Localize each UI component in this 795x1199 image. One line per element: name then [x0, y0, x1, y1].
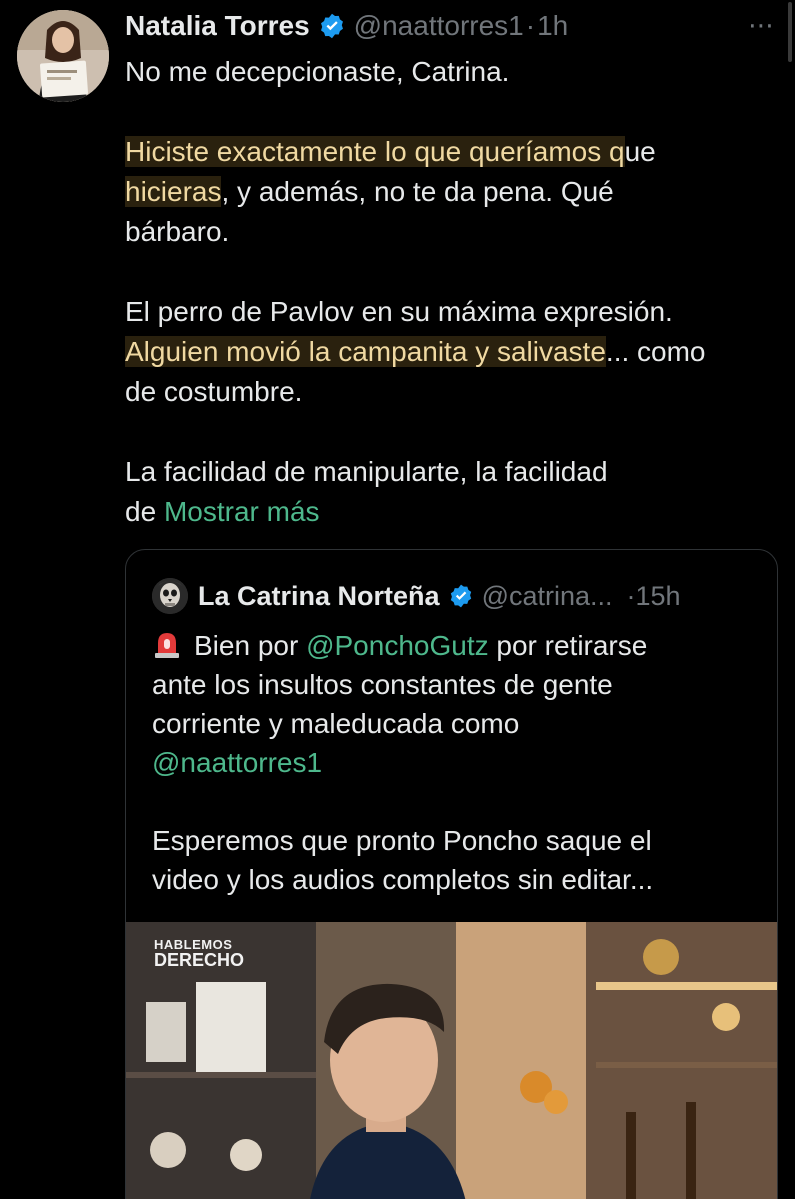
verified-badge-icon — [450, 584, 471, 608]
mention-link[interactable]: @PonchoGutz — [306, 630, 489, 661]
text-span: por retirarse — [488, 630, 648, 661]
text-span: ... como — [605, 336, 706, 367]
author-display-name[interactable]: Natalia Torres — [125, 10, 310, 42]
highlighted-text: Hiciste exactamente lo que queríamos q — [125, 136, 625, 167]
avatar-image — [17, 10, 109, 102]
verified-badge-icon — [320, 13, 343, 39]
tweet-text: No me decepcionaste, Catrina. Hiciste ex… — [125, 52, 765, 532]
show-more-link[interactable]: Mostrar más — [164, 496, 320, 527]
tweet[interactable]: Natalia Torres @naattorres1 · 1h ⋯ No me… — [0, 0, 795, 1199]
text-span: ue — [624, 136, 656, 167]
text-paragraph: Alguien movió la campanita y salivaste..… — [125, 332, 765, 372]
skull-avatar-icon — [152, 578, 188, 614]
text-span: Bien por — [194, 630, 307, 661]
text-line: ante los insultos constantes de gente — [152, 669, 613, 700]
text-line: El perro de Pavlov en su máxima expresió… — [125, 296, 673, 327]
tweet-header: Natalia Torres @naattorres1 · 1h — [125, 8, 755, 44]
quoted-author-handle[interactable]: @catrina... — [482, 581, 613, 612]
scrollbar-thumb[interactable] — [788, 2, 792, 62]
text-paragraph: Hiciste exactamente lo que queríamos que — [125, 132, 765, 172]
text-line: La facilidad de manipularte, la facilida… — [125, 456, 608, 487]
author-handle[interactable]: @naattorres1 — [354, 10, 524, 42]
text-paragraph: Bien por @PonchoGutz por retirarse — [152, 626, 762, 665]
text-span: de — [125, 496, 164, 527]
text-line: corriente y maleducada como — [152, 708, 520, 739]
quoted-media[interactable]: HABLEMOS DERECHO — [126, 922, 777, 1199]
quoted-tweet[interactable]: La Catrina Norteña @catrina... ·15h Bien… — [125, 549, 778, 1199]
highlighted-text: hicieras — [125, 176, 222, 207]
quoted-tweet-text: Bien por @PonchoGutz por retirarse ante … — [152, 626, 762, 899]
mention-link[interactable]: @naattorres1 — [152, 747, 322, 778]
text-line: Esperemos que pronto Poncho saque el — [152, 825, 652, 856]
tweet-timestamp[interactable]: 1h — [537, 10, 568, 42]
quoted-author-display-name[interactable]: La Catrina Norteña — [198, 581, 440, 612]
siren-emoji-icon — [155, 633, 179, 658]
text-line: bárbaro. — [125, 216, 230, 247]
text-line: de costumbre. — [125, 376, 303, 407]
author-avatar[interactable] — [17, 10, 109, 102]
watermark-line: DERECHO — [154, 950, 245, 970]
separator-dot: · — [525, 10, 536, 41]
highlighted-text: Alguien movió la campanita y salivaste — [125, 336, 606, 367]
media-watermark: HABLEMOS DERECHO — [154, 938, 244, 969]
quoted-tweet-header: La Catrina Norteña @catrina... ·15h — [152, 576, 757, 616]
text-line: video y los audios completos sin editar.… — [152, 864, 654, 895]
more-options-icon[interactable]: ⋯ — [748, 10, 775, 41]
text-paragraph: de Mostrar más — [125, 492, 765, 532]
text-line: No me decepcionaste, Catrina. — [125, 56, 510, 87]
text-paragraph: hicieras, y además, no te da pena. Qué — [125, 172, 765, 212]
text-paragraph: @naattorres1 — [152, 743, 762, 782]
quoted-tweet-timestamp[interactable]: ·15h — [627, 581, 681, 612]
text-span: , y además, no te da pena. Qué — [221, 176, 614, 207]
quoted-author-avatar[interactable] — [152, 578, 188, 614]
